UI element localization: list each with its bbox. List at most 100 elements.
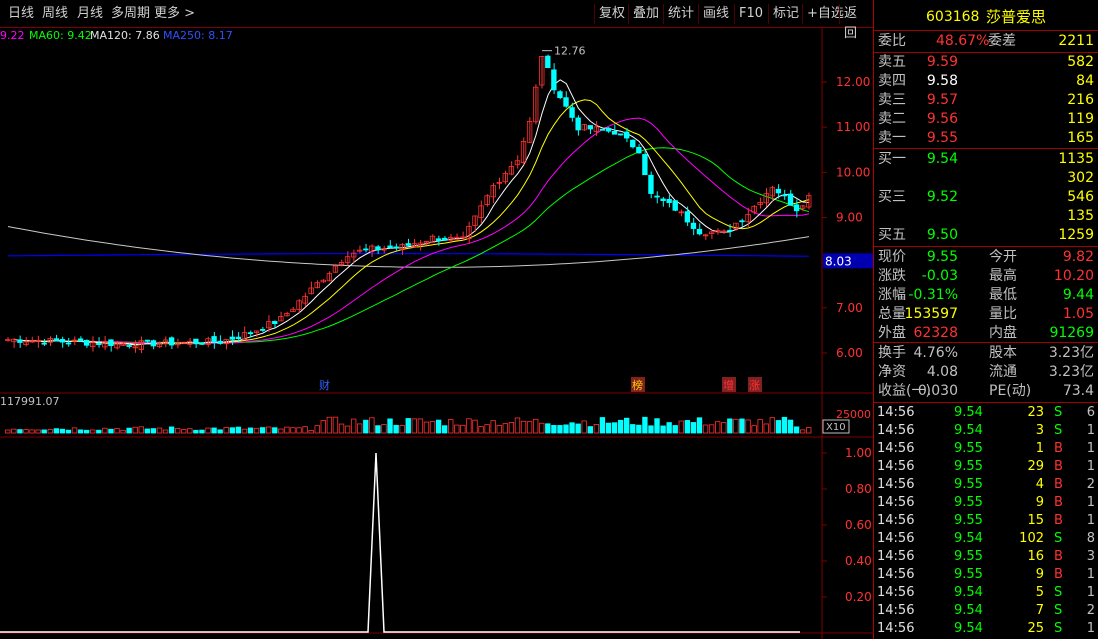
divider bbox=[874, 342, 1098, 343]
volume-bar bbox=[678, 420, 684, 434]
fundamental-label: 流通 bbox=[989, 364, 1017, 380]
volume-bar bbox=[35, 429, 41, 434]
volume-bar bbox=[266, 426, 272, 434]
volume-bar bbox=[278, 428, 284, 434]
volume-bar bbox=[624, 417, 630, 434]
tick-price: 9.54 bbox=[954, 603, 983, 618]
bid-row: 302 bbox=[874, 169, 1098, 188]
volume-bar bbox=[5, 429, 11, 434]
volume-bar bbox=[181, 429, 187, 434]
volume-bar bbox=[144, 428, 151, 434]
ask-price: 9.56 bbox=[926, 111, 958, 127]
fundamental-value: 4.76% bbox=[913, 345, 958, 361]
volume-bar bbox=[211, 427, 217, 434]
candle-down bbox=[375, 246, 381, 251]
tick-price: 9.55 bbox=[954, 459, 983, 474]
volume-bar bbox=[757, 419, 763, 434]
volume-bar bbox=[793, 426, 800, 434]
chart-area[interactable]: 日线 周线 月线 多周期 更多 > 复权 叠加 统计 画线 F10 标记 +自选… bbox=[0, 0, 873, 639]
candle-down bbox=[59, 338, 66, 343]
tick-time: 14:56 bbox=[877, 459, 915, 474]
candle-down bbox=[575, 117, 581, 131]
volume-bar bbox=[387, 418, 393, 434]
tick-row: 14:56 9.54 5 S 1 bbox=[874, 584, 1098, 602]
tick-time: 14:56 bbox=[877, 423, 915, 438]
tick-side: S bbox=[1054, 531, 1063, 546]
tick-volume: 23 bbox=[1027, 405, 1044, 420]
volume-bar bbox=[745, 419, 751, 434]
candle-down bbox=[793, 204, 800, 212]
volume-bar bbox=[102, 427, 108, 434]
tick-price: 9.54 bbox=[954, 405, 983, 420]
quote-row: 总量 153597 量比 1.05 bbox=[874, 305, 1098, 324]
candle-down bbox=[660, 198, 666, 202]
candle-down bbox=[545, 55, 551, 69]
tick-volume: 25 bbox=[1027, 621, 1044, 636]
quote-value: 62328 bbox=[913, 325, 958, 341]
tick-side: S bbox=[1054, 585, 1063, 600]
indicator-tick-label: 0.40 bbox=[845, 554, 872, 568]
volume-bar bbox=[29, 429, 35, 434]
kline-chart[interactable]: 12.0011.0010.009.008.007.006.008.0312.76… bbox=[0, 0, 873, 639]
volume-bar bbox=[569, 422, 575, 434]
volume-bar bbox=[605, 422, 612, 434]
candle-down bbox=[569, 107, 575, 118]
volume-bar bbox=[551, 425, 557, 434]
tick-side: B bbox=[1054, 459, 1063, 474]
volume-bar bbox=[599, 417, 606, 434]
volume-bar bbox=[308, 430, 314, 434]
volume-bar bbox=[205, 427, 211, 434]
volume-bar bbox=[715, 421, 721, 434]
tick-volume: 29 bbox=[1027, 459, 1044, 474]
quote-label: 现价 bbox=[878, 249, 906, 265]
tick-row: 14:56 9.55 9 B 1 bbox=[874, 494, 1098, 512]
volume-bar bbox=[478, 426, 484, 434]
candle-down bbox=[557, 91, 563, 99]
ask-row: 卖五 9.59 582 bbox=[874, 53, 1098, 72]
tick-count: 1 bbox=[1086, 495, 1095, 510]
candle-down bbox=[672, 200, 678, 211]
quote-value: 9.82 bbox=[1062, 249, 1094, 265]
candle-down bbox=[217, 340, 223, 344]
ask-price: 9.58 bbox=[926, 73, 958, 89]
candle-down bbox=[739, 220, 745, 223]
volume-bar bbox=[787, 419, 794, 434]
volume-bar bbox=[666, 422, 672, 434]
stock-name: 莎普爱思 bbox=[986, 8, 1047, 26]
candle-down bbox=[387, 245, 393, 249]
bid-label: 买三 bbox=[878, 189, 906, 205]
candle-down bbox=[666, 198, 672, 203]
quote-value: 9.55 bbox=[926, 249, 958, 265]
tick-volume: 16 bbox=[1027, 549, 1044, 564]
volume-bar bbox=[41, 429, 47, 434]
volume-bar bbox=[126, 427, 132, 434]
volume-bar bbox=[611, 422, 618, 434]
candle-down bbox=[775, 188, 782, 194]
ask-label: 卖四 bbox=[878, 73, 906, 89]
quote-label: 最高 bbox=[989, 268, 1017, 284]
tick-count: 1 bbox=[1086, 621, 1095, 636]
candle-down bbox=[393, 246, 399, 249]
volume-bar bbox=[235, 426, 242, 434]
volume-bar bbox=[575, 423, 581, 434]
volume-bar bbox=[466, 418, 472, 434]
tick-price: 9.54 bbox=[954, 585, 983, 600]
tick-time: 14:56 bbox=[877, 531, 915, 546]
tick-price: 9.55 bbox=[954, 495, 983, 510]
tick-row: 14:56 9.54 3 S 1 bbox=[874, 422, 1098, 440]
volume-bar bbox=[781, 416, 788, 434]
tick-price: 9.55 bbox=[954, 477, 983, 492]
bid-volume: 135 bbox=[1067, 208, 1094, 224]
volume-bar bbox=[77, 429, 84, 434]
quote-label: 总量 bbox=[878, 306, 906, 322]
tick-time: 14:56 bbox=[877, 513, 915, 528]
volume-bar bbox=[423, 421, 430, 434]
event-marker-1: 财 bbox=[319, 378, 330, 392]
tick-price: 9.54 bbox=[954, 423, 983, 438]
tick-count: 1 bbox=[1086, 459, 1095, 474]
fundamental-value: 3.23亿 bbox=[1048, 345, 1094, 361]
volume-bar bbox=[253, 427, 260, 434]
tick-side: B bbox=[1054, 513, 1063, 528]
candle-down bbox=[787, 193, 794, 206]
volume-bar bbox=[654, 418, 660, 434]
